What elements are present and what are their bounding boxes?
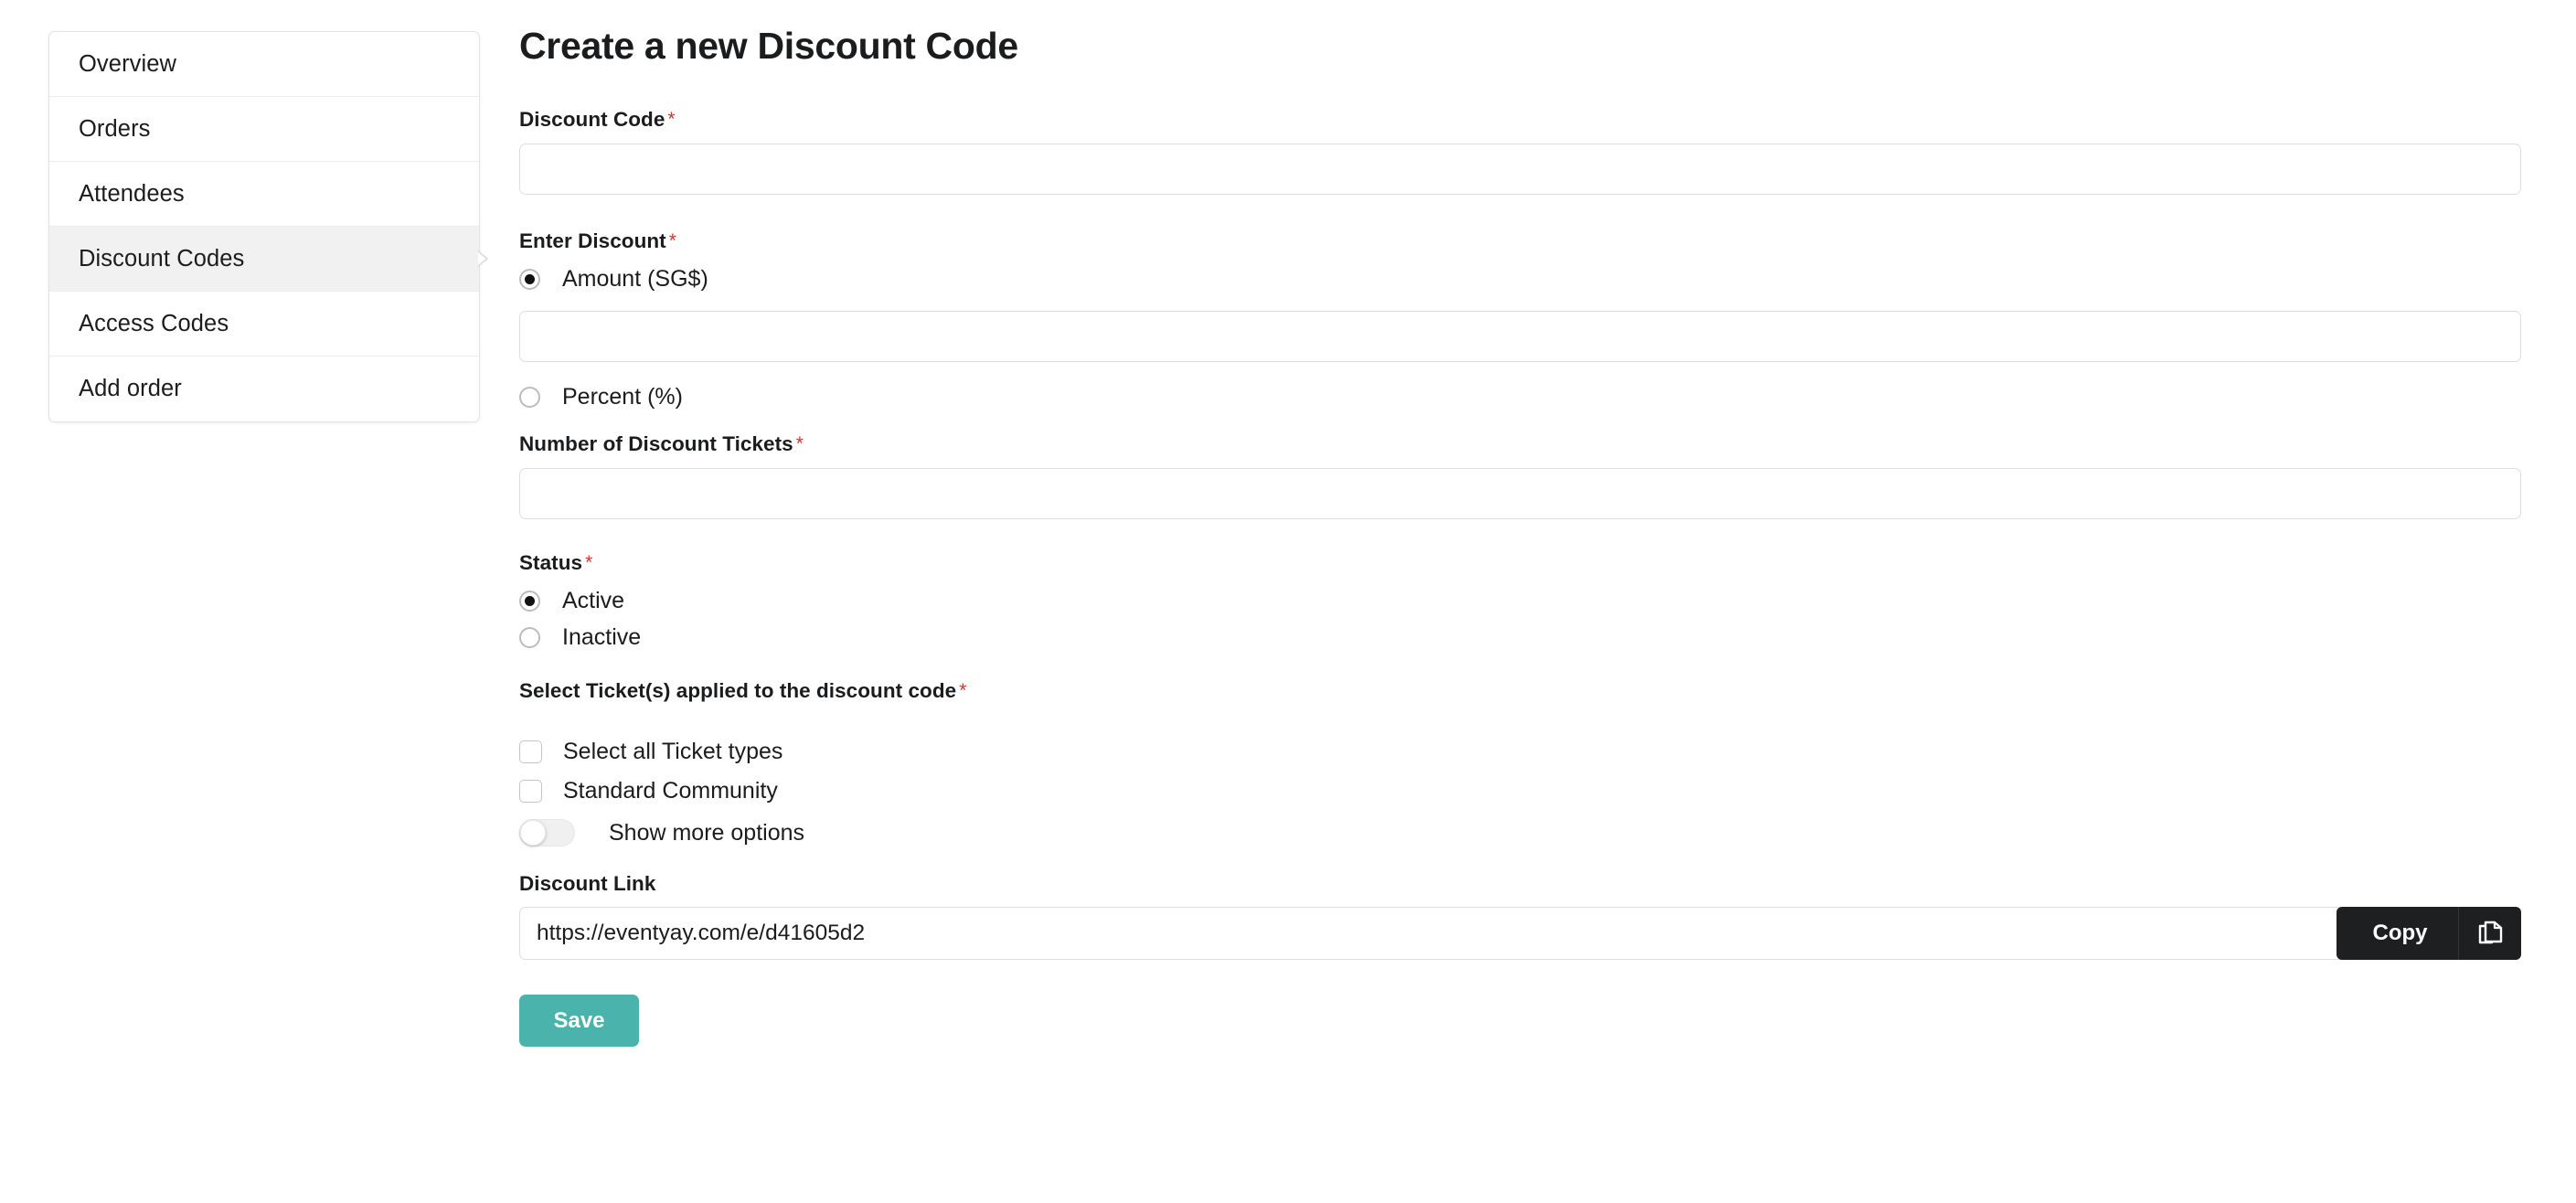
radio-inactive-label: Inactive xyxy=(562,624,642,651)
radio-amount-label: Amount (SG$) xyxy=(562,266,708,293)
radio-active[interactable] xyxy=(519,591,540,612)
discount-link-row: Copy xyxy=(519,907,2521,961)
sidebar-item-label: Orders xyxy=(79,116,151,142)
radio-amount[interactable] xyxy=(519,269,540,291)
enter-discount-label: Enter Discount * xyxy=(519,229,676,253)
discount-amount-input[interactable] xyxy=(519,311,2521,363)
checkbox-select-all-ticket-types[interactable] xyxy=(519,740,542,764)
sidebar-item-add-order[interactable]: Add order xyxy=(49,357,479,421)
toggle-knob xyxy=(520,820,546,846)
sidebar-item-discount-codes[interactable]: Discount Codes xyxy=(49,227,488,292)
number-of-tickets-input[interactable] xyxy=(519,468,2521,520)
sidebar-item-label: Add order xyxy=(79,376,182,401)
discount-type-amount-option[interactable]: Amount (SG$) xyxy=(519,268,2523,291)
status-label: Status * xyxy=(519,551,593,575)
discount-code-label: Discount Code * xyxy=(519,108,676,132)
show-more-options-label: Show more options xyxy=(609,819,805,846)
standard-community-row[interactable]: Standard Community xyxy=(519,778,2523,804)
sidebar-item-label: Discount Codes xyxy=(79,246,245,271)
checkbox-select-all-label: Select all Ticket types xyxy=(563,739,783,765)
sidebar-item-access-codes[interactable]: Access Codes xyxy=(49,292,479,357)
discount-link-input[interactable] xyxy=(519,907,2342,961)
sidebar-item-orders[interactable]: Orders xyxy=(49,97,479,162)
radio-active-label: Active xyxy=(562,588,625,614)
discount-type-percent-option[interactable]: Percent (%) xyxy=(519,386,2523,409)
select-all-ticket-types-row[interactable]: Select all Ticket types xyxy=(519,739,2523,765)
radio-percent[interactable] xyxy=(519,387,540,409)
number-of-tickets-label: Number of Discount Tickets * xyxy=(519,432,804,456)
status-inactive-option[interactable]: Inactive xyxy=(519,626,2523,649)
status-active-option[interactable]: Active xyxy=(519,590,2523,612)
sidebar-item-label: Access Codes xyxy=(79,311,229,336)
discount-link-label: Discount Link xyxy=(519,872,656,896)
sidebar-item-label: Attendees xyxy=(79,181,185,207)
copy-button[interactable]: Copy xyxy=(2336,907,2521,961)
show-more-options-row[interactable]: Show more options xyxy=(519,819,2523,847)
save-button[interactable]: Save xyxy=(519,995,639,1048)
discount-code-create-page: Overview Orders Attendees Discount Codes… xyxy=(0,0,2576,1203)
page-title: Create a new Discount Code xyxy=(519,25,1018,67)
checkbox-standard-community-label: Standard Community xyxy=(563,778,778,804)
sidebar-item-overview[interactable]: Overview xyxy=(49,32,479,97)
copy-icon xyxy=(2459,921,2521,947)
radio-inactive[interactable] xyxy=(519,627,540,649)
event-sidebar-nav: Overview Orders Attendees Discount Codes… xyxy=(48,31,488,422)
discount-code-input[interactable] xyxy=(519,144,2521,196)
select-tickets-label: Select Ticket(s) applied to the discount… xyxy=(519,679,967,703)
required-asterisk: * xyxy=(795,433,804,455)
chevron-right-icon xyxy=(474,249,494,269)
required-asterisk: * xyxy=(667,109,676,131)
checkbox-standard-community[interactable] xyxy=(519,780,542,804)
show-more-options-toggle[interactable] xyxy=(519,819,575,847)
radio-percent-label: Percent (%) xyxy=(562,384,683,410)
sidebar-item-attendees[interactable]: Attendees xyxy=(49,162,479,227)
sidebar-item-label: Overview xyxy=(79,51,177,77)
required-asterisk: * xyxy=(668,230,676,252)
required-asterisk: * xyxy=(585,552,593,574)
required-asterisk: * xyxy=(959,680,967,702)
copy-button-label: Copy xyxy=(2372,921,2428,946)
discount-code-form: Create a new Discount Code Discount Code… xyxy=(519,25,2523,1048)
